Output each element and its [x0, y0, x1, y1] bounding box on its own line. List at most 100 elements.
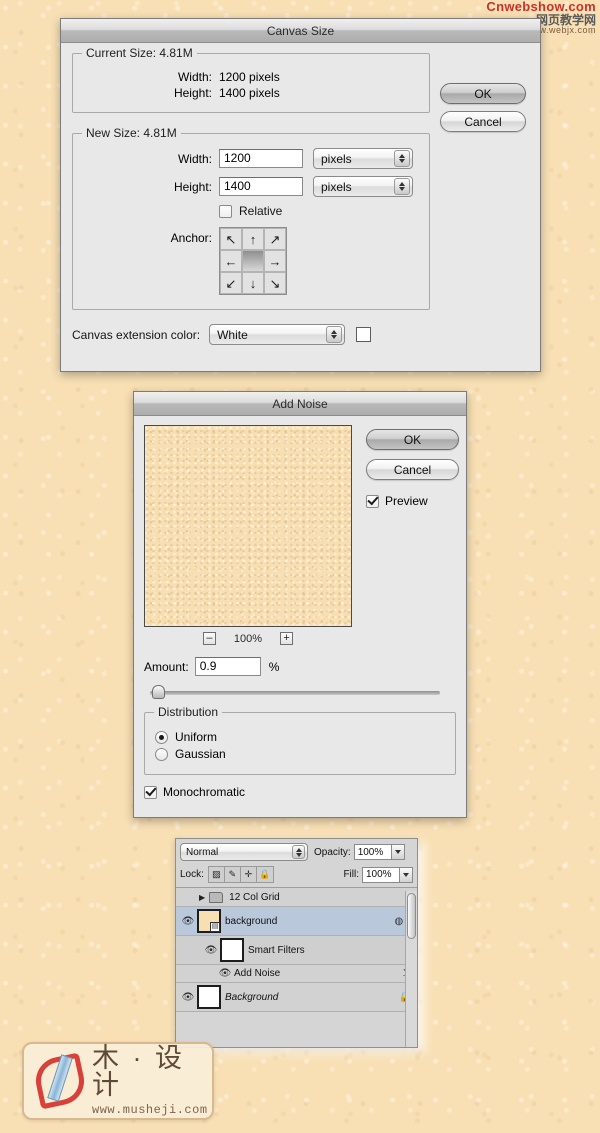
new-width-unit-select[interactable]: pixels [313, 148, 413, 169]
current-width-value: 1200 pixels [219, 70, 280, 84]
visibility-toggle-eye-icon[interactable]: 👁 [216, 968, 234, 979]
layers-scrollbar[interactable] [405, 891, 417, 1047]
lock-all-padlock-icon[interactable]: 🔒 [257, 867, 273, 882]
add-noise-dialog: Add Noise – 100% + OK Cancel Preview Amo… [133, 391, 467, 818]
chevron-updown-icon [326, 326, 343, 343]
amount-input[interactable]: 0.9 [194, 657, 261, 676]
musheji-logo-icon [31, 1052, 89, 1110]
canvas-extension-swatch[interactable] [356, 327, 372, 342]
zoom-percent-label: 100% [233, 632, 263, 645]
layer-row-background-smart-object[interactable]: 👁 ▤ background ◍ ▴ [176, 907, 417, 936]
layers-top-bar: Normal Opacity: 100% [176, 839, 417, 864]
lock-position-move-icon[interactable]: ✛ [241, 867, 257, 882]
anchor-cell-center[interactable] [242, 250, 264, 272]
layer-thumbnail[interactable] [197, 985, 221, 1009]
layer-name: Add Noise [234, 968, 281, 979]
gaussian-radio[interactable] [155, 747, 168, 761]
lock-buttons: ▨ ✎ ✛ 🔒 [207, 866, 274, 883]
anchor-cell-bottom-right[interactable]: ↘ [264, 272, 286, 294]
add-noise-cancel-button[interactable]: Cancel [366, 459, 459, 480]
distribution-option-uniform[interactable]: Uniform [155, 730, 445, 744]
visibility-toggle-eye-icon[interactable]: 👁 [179, 992, 197, 1003]
visibility-toggle-eye-icon[interactable]: 👁 [202, 945, 220, 956]
amount-row: Amount: 0.9 % [144, 657, 456, 676]
relative-checkbox[interactable] [219, 204, 232, 218]
current-width-label: Width: [177, 70, 212, 84]
anchor-cell-middle-left[interactable]: ← [220, 250, 242, 272]
layer-row-add-noise-filter[interactable]: 👁 Add Noise ⇲ [176, 965, 417, 983]
add-noise-preview[interactable] [144, 425, 352, 627]
amount-label: Amount: [144, 659, 189, 674]
monochromatic-checkbox[interactable] [144, 785, 157, 799]
zoom-in-button[interactable]: + [280, 632, 294, 645]
fill-input[interactable]: 100% [362, 866, 400, 883]
distribution-option-gaussian[interactable]: Gaussian [155, 747, 445, 761]
current-width-row: Width: 1200 pixels [83, 70, 419, 84]
anchor-cell-top-right[interactable]: ↗ [264, 228, 286, 250]
amount-slider-thumb[interactable] [152, 685, 165, 699]
current-height-value: 1400 pixels [219, 86, 280, 100]
zoom-out-button[interactable]: – [202, 632, 216, 645]
chevron-updown-icon [394, 150, 410, 167]
visibility-toggle-eye-icon[interactable]: 👁 [179, 916, 197, 927]
anchor-cell-top-left[interactable]: ↖ [220, 228, 242, 250]
layer-row-smart-filters[interactable]: 👁 Smart Filters [176, 936, 417, 965]
lock-transparency-icon[interactable]: ▨ [209, 867, 225, 882]
anchor-row: Anchor: ↖ ↑ ↗ ← → ↙ ↓ ↘ [83, 227, 419, 295]
uniform-radio[interactable] [155, 730, 168, 744]
canvas-size-titlebar[interactable]: Canvas Size [61, 19, 540, 43]
monochromatic-row: Monochromatic [144, 785, 456, 799]
smart-filters-mask-thumbnail[interactable] [220, 938, 244, 962]
anchor-cell-middle-right[interactable]: → [264, 250, 286, 272]
new-height-label: Height: [173, 179, 212, 194]
relative-label: Relative [239, 204, 283, 218]
amount-slider-track [150, 691, 440, 695]
fill-chevron-down-icon[interactable] [400, 866, 413, 883]
new-width-label: Width: [177, 151, 212, 166]
canvas-extension-select[interactable]: White [209, 324, 346, 345]
canvas-size-ok-button[interactable]: OK [440, 83, 526, 104]
anchor-cell-bottom-left[interactable]: ↙ [220, 272, 242, 294]
anchor-cell-bottom-center[interactable]: ↓ [242, 272, 264, 294]
lock-image-brush-icon[interactable]: ✎ [225, 867, 241, 882]
opacity-chevron-down-icon[interactable] [391, 844, 405, 860]
disclosure-triangle-icon[interactable]: ▶ [199, 893, 205, 902]
layer-row-12-col-grid[interactable]: ▶ 12 Col Grid [176, 888, 417, 907]
add-noise-titlebar[interactable]: Add Noise [134, 392, 466, 416]
layer-name: Background [225, 991, 279, 1003]
canvas-size-cancel-button[interactable]: Cancel [440, 111, 526, 132]
new-height-input[interactable]: 1400 [219, 177, 303, 196]
opacity-label: Opacity: [314, 846, 351, 858]
relative-row: Relative [83, 204, 419, 218]
new-height-unit-value: pixels [321, 179, 352, 194]
watermark-bottom-url: www.musheji.com [92, 1103, 208, 1117]
new-height-unit-select[interactable]: pixels [313, 176, 413, 197]
canvas-extension-label: Canvas extension color: [72, 327, 201, 342]
anchor-cell-top-center[interactable]: ↑ [242, 228, 264, 250]
new-size-legend: New Size: 4.81M [82, 126, 181, 140]
add-noise-title: Add Noise [272, 396, 328, 411]
watermark-bottom: 木 · 设计 www.musheji.com [22, 1042, 214, 1120]
layers-scrollbar-thumb[interactable] [407, 893, 416, 939]
layer-thumbnail[interactable]: ▤ [197, 909, 221, 933]
layer-name: 12 Col Grid [229, 891, 280, 903]
chevron-updown-icon [394, 178, 410, 195]
monochromatic-label: Monochromatic [163, 785, 246, 799]
new-width-input[interactable]: 1200 [219, 149, 303, 168]
layer-row-background[interactable]: 👁 Background 🔒 [176, 983, 417, 1012]
gaussian-label: Gaussian [175, 747, 226, 761]
blend-mode-select[interactable]: Normal [180, 843, 308, 861]
layer-name: background [225, 915, 278, 927]
layers-lock-bar: Lock: ▨ ✎ ✛ 🔒 Fill: 100% [176, 864, 417, 888]
opacity-input[interactable]: 100% [353, 844, 392, 860]
amount-slider[interactable] [144, 684, 440, 700]
layers-list: ▶ 12 Col Grid 👁 ▤ background ◍ ▴ 👁 Smart… [176, 888, 417, 1012]
preview-checkbox[interactable] [366, 494, 379, 508]
current-height-row: Height: 1400 pixels [83, 86, 419, 100]
current-height-label: Height: [173, 86, 212, 100]
canvas-extension-row: Canvas extension color: White [72, 324, 430, 345]
new-width-unit-value: pixels [321, 151, 352, 166]
anchor-grid[interactable]: ↖ ↑ ↗ ← → ↙ ↓ ↘ [219, 227, 287, 295]
add-noise-ok-button[interactable]: OK [366, 429, 459, 450]
smart-object-badge-icon: ▤ [210, 922, 220, 932]
